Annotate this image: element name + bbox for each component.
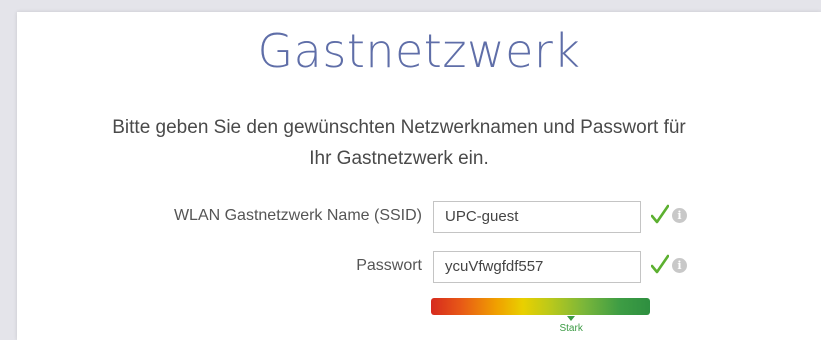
checkmark-icon <box>651 204 669 224</box>
password-strength-meter: Stark <box>431 298 651 334</box>
page-title: Gastnetzwerk <box>257 24 581 78</box>
info-icon[interactable]: i <box>672 208 687 223</box>
strength-label: Stark <box>559 323 583 334</box>
ssid-input[interactable]: UPC-guest <box>433 201 641 233</box>
password-label: Passwort <box>356 257 422 274</box>
checkmark-icon <box>651 254 669 274</box>
guest-network-panel: Gastnetzwerk Bitte geben Sie den gewünsc… <box>17 12 821 340</box>
password-input[interactable]: ycuVfwgfdf557 <box>433 251 641 283</box>
page-description: Bitte geben Sie den gewünschten Netzwerk… <box>112 117 686 169</box>
info-icon[interactable]: i <box>672 258 687 273</box>
ssid-row: WLAN Gastnetzwerk Name (SSID) UPC-guest … <box>17 201 821 233</box>
strength-gradient-bar <box>431 298 650 315</box>
password-row: Passwort ycuVfwgfdf557 i <box>17 251 821 283</box>
strength-marker <box>567 316 576 321</box>
ssid-label: WLAN Gastnetzwerk Name (SSID) <box>173 207 422 224</box>
